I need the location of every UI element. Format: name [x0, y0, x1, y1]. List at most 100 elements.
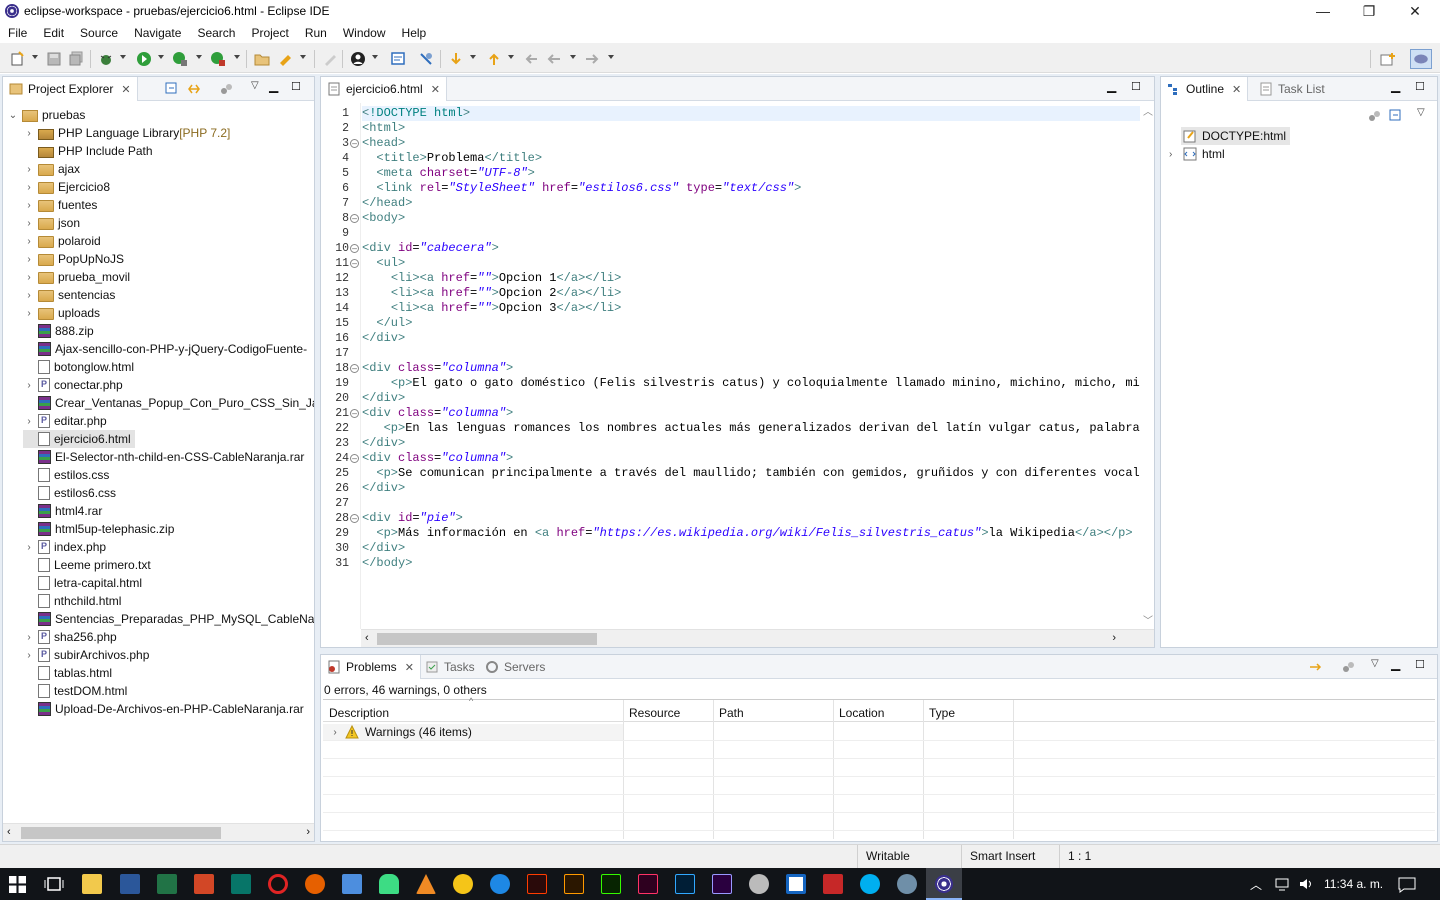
- menu-run[interactable]: Run: [297, 26, 335, 40]
- tree-item[interactable]: › polaroid: [23, 232, 101, 250]
- clock[interactable]: 11:34 a. m.: [1324, 877, 1383, 891]
- code-editor[interactable]: 1 <!DOCTYPE html> 2 <html> 3– <head> 4 <title>…: [321, 103, 1154, 629]
- view-menu-icon[interactable]: ▽: [1417, 107, 1425, 118]
- column-resource[interactable]: Resource: [629, 706, 680, 720]
- tree-item[interactable]: Leeme primero.txt: [23, 556, 151, 574]
- open-task-icon[interactable]: [278, 51, 294, 67]
- view-menu-icon[interactable]: ▽: [1371, 658, 1379, 669]
- maximize-view-button[interactable]: ☐: [1415, 80, 1425, 93]
- tree-item[interactable]: Ajax-sencillo-con-PHP-y-jQuery-CodigoFue…: [23, 340, 307, 358]
- close-icon[interactable]: ✕: [431, 83, 440, 96]
- debug-dropdown-icon[interactable]: [120, 55, 126, 59]
- windows-start-icon[interactable]: [9, 876, 26, 893]
- chevron-right-icon[interactable]: ›: [23, 200, 35, 211]
- app-icon[interactable]: [897, 874, 917, 894]
- vlc-icon[interactable]: [416, 874, 436, 894]
- forward-dropdown-icon[interactable]: [608, 55, 614, 59]
- app-icon[interactable]: [786, 874, 806, 894]
- debug-icon[interactable]: [98, 51, 114, 67]
- app-icon[interactable]: [490, 874, 510, 894]
- tree-item[interactable]: nthchild.html: [23, 592, 121, 610]
- chevron-right-icon[interactable]: ›: [23, 218, 35, 229]
- chevron-right-icon[interactable]: ›: [23, 650, 35, 661]
- tree-item[interactable]: › json: [23, 214, 80, 232]
- tab-task-list[interactable]: Task List: [1253, 77, 1331, 101]
- chevron-right-icon[interactable]: ›: [23, 308, 35, 319]
- console-icon[interactable]: [390, 51, 406, 67]
- outline-item-doctype[interactable]: DOCTYPE:html: [1181, 127, 1291, 145]
- tree-item[interactable]: html5up-telephasic.zip: [23, 520, 174, 538]
- fold-toggle-icon[interactable]: –: [350, 364, 359, 373]
- task-view-icon[interactable]: [44, 876, 64, 892]
- tree-item[interactable]: Sentencias_Preparadas_PHP_MySQL_CableNar…: [23, 610, 314, 628]
- maximize-editor-button[interactable]: ☐: [1131, 80, 1141, 93]
- status-insert-mode[interactable]: Smart Insert: [961, 845, 1059, 868]
- tree-item[interactable]: › Ejercicio8: [23, 178, 110, 196]
- illustrator-icon[interactable]: [564, 874, 584, 894]
- tree-item[interactable]: › ajax: [23, 160, 80, 178]
- app-icon[interactable]: [749, 874, 769, 894]
- minimize-button[interactable]: —: [1300, 0, 1346, 22]
- close-icon[interactable]: ✕: [1232, 83, 1241, 96]
- next-annotation-icon[interactable]: [448, 51, 464, 67]
- coverage-icon[interactable]: [172, 51, 188, 67]
- external-tools-icon[interactable]: [210, 51, 226, 67]
- run-icon[interactable]: [136, 51, 152, 67]
- scroll-thumb[interactable]: [21, 827, 221, 839]
- android-studio-icon[interactable]: [379, 874, 399, 894]
- tree-item[interactable]: › index.php: [23, 538, 106, 556]
- chevron-right-icon[interactable]: ›: [23, 182, 35, 193]
- open-task-dropdown-icon[interactable]: [300, 55, 306, 59]
- premiere-icon[interactable]: [712, 874, 732, 894]
- photoshop-icon[interactable]: [675, 874, 695, 894]
- word-icon[interactable]: [120, 874, 140, 894]
- tab-problems[interactable]: Problems ✕: [321, 655, 421, 679]
- tree-item[interactable]: › fuentes: [23, 196, 97, 214]
- focus-icon[interactable]: [1341, 660, 1355, 674]
- save-all-icon[interactable]: [68, 51, 84, 67]
- maximize-view-button[interactable]: ☐: [291, 80, 301, 93]
- collapse-all-icon[interactable]: [1389, 109, 1403, 123]
- chevron-right-icon[interactable]: ›: [23, 542, 35, 553]
- tree-item[interactable]: html4.rar: [23, 502, 102, 520]
- link-with-editor-icon[interactable]: [187, 82, 201, 96]
- tree-item[interactable]: › prueba_movil: [23, 268, 130, 286]
- tree-item[interactable]: estilos6.css: [23, 484, 116, 502]
- editor-vertical-scrollbar[interactable]: ︿ ﹀: [1140, 103, 1154, 629]
- chevron-right-icon[interactable]: ›: [23, 272, 35, 283]
- minimize-view-button[interactable]: ▁: [269, 79, 278, 93]
- open-folder-icon[interactable]: [254, 51, 270, 67]
- save-icon[interactable]: [46, 51, 62, 67]
- filters-icon[interactable]: [1309, 660, 1323, 674]
- chevron-down-icon[interactable]: ⌄: [7, 110, 19, 121]
- chevron-right-icon[interactable]: ›: [327, 727, 343, 738]
- previous-annotation-dropdown-icon[interactable]: [508, 55, 514, 59]
- tree-item[interactable]: › conectar.php: [23, 376, 123, 394]
- chevron-right-icon[interactable]: ›: [23, 290, 35, 301]
- tree-item[interactable]: › sha256.php: [23, 628, 117, 646]
- scroll-right-icon[interactable]: ›: [306, 826, 310, 838]
- notifications-icon[interactable]: [1398, 877, 1416, 893]
- back-icon[interactable]: [546, 51, 562, 67]
- tree-item[interactable]: › sentencias: [23, 286, 115, 304]
- menu-help[interactable]: Help: [394, 26, 435, 40]
- animate-icon[interactable]: [527, 874, 547, 894]
- forward-icon[interactable]: [584, 51, 600, 67]
- chevron-right-icon[interactable]: ›: [1169, 149, 1183, 160]
- new-dropdown-icon[interactable]: [32, 55, 38, 59]
- scroll-left-icon[interactable]: ‹: [7, 826, 11, 838]
- menu-project[interactable]: Project: [243, 26, 296, 40]
- user-dropdown-icon[interactable]: [372, 55, 378, 59]
- tree-item[interactable]: testDOM.html: [23, 682, 127, 700]
- editor-horizontal-scrollbar[interactable]: ‹ ›: [361, 629, 1154, 647]
- tab-project-explorer[interactable]: Project Explorer ✕: [3, 77, 138, 101]
- collapse-all-icon[interactable]: [165, 82, 179, 96]
- table-row[interactable]: › Warnings (46 items): [323, 724, 623, 740]
- virtualbox-icon[interactable]: [342, 874, 362, 894]
- tree-item[interactable]: › PHP Language Library [PHP 7.2]: [23, 124, 230, 142]
- chevron-right-icon[interactable]: ›: [23, 416, 35, 427]
- tree-item[interactable]: estilos.css: [23, 466, 109, 484]
- menu-navigate[interactable]: Navigate: [126, 26, 189, 40]
- chevron-right-icon[interactable]: ›: [23, 164, 35, 175]
- tree-item[interactable]: botonglow.html: [23, 358, 134, 376]
